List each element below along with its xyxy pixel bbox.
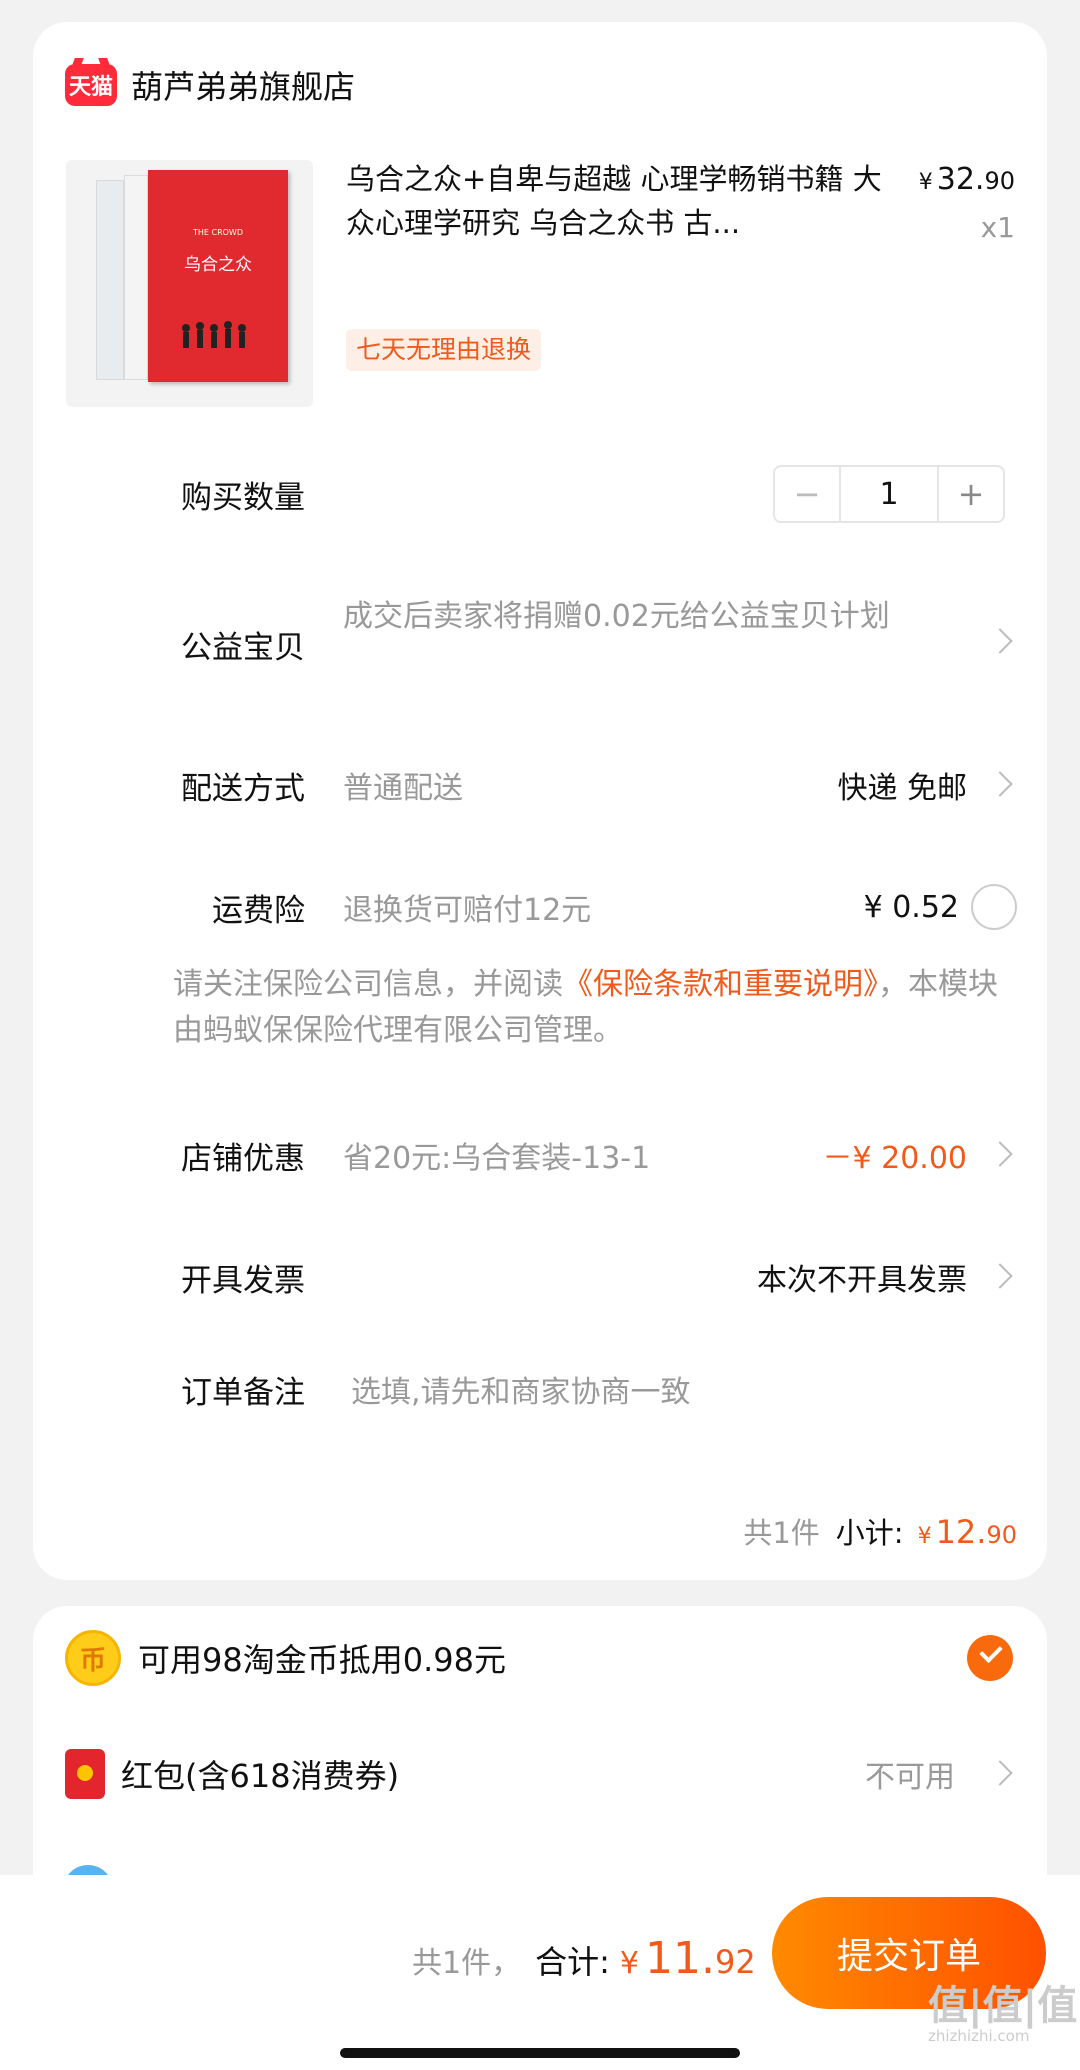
invoice-label: 开具发票	[181, 1262, 305, 1299]
red-packet-icon	[65, 1749, 105, 1799]
charity-row[interactable]: 公益宝贝 成交后卖家将捐赠0.02元给公益宝贝计划	[33, 592, 1047, 692]
discount-desc: 省20元:乌合套装-13-1	[343, 1141, 651, 1176]
book-cover: THE CROWD 乌合之众	[148, 170, 288, 382]
insurance-terms-link[interactable]: 《保险条款和重要说明》	[563, 967, 878, 1002]
product-qty: x1	[980, 211, 1015, 244]
quantity-stepper[interactable]: − 1 +	[773, 465, 1005, 523]
checkout-bar: 共1件， 合计: ¥11.92 提交订单 值|值|值 zhizhizhi.com	[0, 1875, 1080, 2070]
chevron-right-icon	[987, 628, 1013, 654]
chevron-right-icon	[987, 1263, 1013, 1289]
chevron-right-icon	[987, 1760, 1013, 1786]
currency-symbol: ¥	[917, 1524, 932, 1549]
price-integer: 32.	[936, 162, 985, 197]
product-title[interactable]: 乌合之众+自卑与超越 心理学畅销书籍 大众心理学研究 乌合之众书 古...	[346, 157, 886, 245]
store-header[interactable]: 天猫 葫芦弟弟旗舰店	[65, 60, 355, 110]
chevron-right-icon	[987, 771, 1013, 797]
benefits-card: 币 可用98淘金币抵用0.98元 红包(含618消费券) 不可用 帮我付	[33, 1606, 1047, 1906]
delivery-value: 快递 免邮	[837, 771, 967, 806]
crowd-illustration-icon	[182, 321, 246, 348]
currency-symbol: ¥	[918, 170, 933, 195]
home-indicator[interactable]	[340, 2048, 740, 2058]
watermark-url: zhizhizhi.com	[928, 2027, 1030, 2045]
total-count: 共1件，	[412, 1946, 522, 1981]
subtotal-amount: ¥12.90	[918, 1513, 1017, 1551]
coins-text: 可用98淘金币抵用0.98元	[138, 1641, 506, 1679]
notice-prefix: 请关注保险公司信息，并阅读	[173, 967, 563, 1002]
red-packet-status: 不可用	[865, 1760, 955, 1795]
invoice-value: 本次不开具发票	[757, 1263, 967, 1298]
invoice-row[interactable]: 开具发票 本次不开具发票	[33, 1252, 1047, 1302]
remark-row[interactable]: 订单备注 选填,请先和商家协商一致	[33, 1364, 1047, 1414]
total-label: 合计:	[535, 1943, 610, 1981]
insurance-radio[interactable]	[971, 884, 1017, 930]
order-card: 天猫 葫芦弟弟旗舰店 THE CROWD 乌合之众 乌合之众+自卑与超越 心理学…	[33, 22, 1047, 1580]
remark-input[interactable]: 选填,请先和商家协商一致	[351, 1367, 691, 1411]
delivery-row[interactable]: 配送方式 普通配送 快递 免邮	[33, 760, 1047, 810]
discount-label: 店铺优惠	[181, 1140, 305, 1177]
insurance-label: 运费险	[212, 892, 305, 929]
shipping-insurance-row: 运费险 退换货可赔付12元 ¥ 0.52	[33, 882, 1047, 932]
store-name[interactable]: 葫芦弟弟旗舰店	[131, 62, 355, 108]
delivery-desc: 普通配送	[343, 771, 463, 806]
total-cents: 92	[714, 1943, 756, 1981]
quantity-value[interactable]: 1	[841, 467, 937, 521]
coins-row[interactable]: 币 可用98淘金币抵用0.98元	[33, 1628, 1047, 1688]
subtotal-count: 共1件	[743, 1516, 820, 1550]
insurance-notice: 请关注保险公司信息，并阅读《保险条款和重要说明》，本模块由蚂蚁保保险代理有限公司…	[173, 962, 1013, 1054]
book-cover-title: 乌合之众	[184, 255, 252, 275]
store-discount-row[interactable]: 店铺优惠 省20元:乌合套装-13-1 －¥ 20.00	[33, 1130, 1047, 1180]
red-packet-text: 红包(含618消费券)	[121, 1757, 400, 1795]
charity-desc: 成交后卖家将捐赠0.02元给公益宝贝计划	[343, 599, 890, 634]
chevron-right-icon	[987, 1141, 1013, 1167]
tmall-logo-icon: 天猫	[65, 64, 117, 106]
order-total: 共1件， 合计: ¥11.92	[412, 1933, 756, 1984]
book-spine	[96, 180, 124, 380]
currency-symbol: ¥	[619, 1946, 639, 1981]
product-price-block: ¥32.90 x1	[919, 162, 1015, 244]
charity-label: 公益宝贝	[181, 630, 305, 666]
decrement-button[interactable]: −	[775, 467, 841, 521]
insurance-price: ¥ 0.52	[863, 889, 959, 925]
watermark: 值|值|值 zhizhizhi.com	[928, 1985, 1077, 2045]
red-packet-row[interactable]: 红包(含618消费券) 不可用	[33, 1746, 1047, 1802]
remark-label: 订单备注	[181, 1374, 305, 1411]
delivery-label: 配送方式	[181, 770, 305, 807]
quantity-label: 购买数量	[181, 479, 305, 516]
increment-button[interactable]: +	[937, 467, 1003, 521]
product-image[interactable]: THE CROWD 乌合之众	[66, 160, 313, 407]
insurance-desc: 退换货可赔付12元	[343, 893, 592, 928]
total-amount: ¥11.92	[620, 1933, 756, 1984]
subtotal-label: 小计:	[835, 1516, 904, 1550]
return-policy-badge: 七天无理由退换	[346, 329, 542, 371]
subtotal: 共1件 小计: ¥12.90	[743, 1510, 1017, 1552]
subtotal-integer: 12.	[935, 1513, 987, 1551]
subtotal-cents: 90	[986, 1521, 1017, 1549]
price-cents: 90	[984, 167, 1015, 195]
total-integer: 11.	[644, 1933, 715, 1984]
product-price: ¥32.90	[919, 162, 1015, 197]
book-spine	[124, 175, 148, 380]
coin-icon: 币	[65, 1630, 121, 1686]
discount-value: －¥ 20.00	[822, 1141, 967, 1176]
book-cover-subtitle: THE CROWD	[192, 228, 243, 237]
check-icon[interactable]	[967, 1635, 1013, 1681]
watermark-logo: 值|值|值	[928, 1983, 1078, 2029]
